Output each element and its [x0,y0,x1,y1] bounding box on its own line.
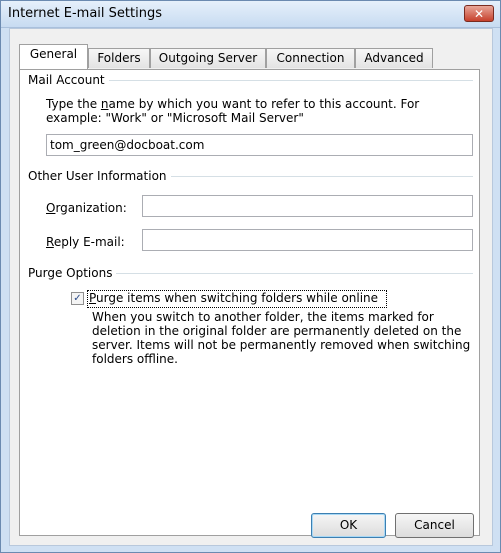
dialog-client-area: General Folders Outgoing Server Connecti… [9,28,493,546]
tab-connection[interactable]: Connection [266,48,355,68]
close-icon: ✕ [473,7,485,21]
title-bar[interactable]: Internet E-mail Settings ✕ [1,1,500,28]
ok-button[interactable]: OK [311,513,386,538]
dialog-window: Internet E-mail Settings ✕ General Folde… [0,0,501,553]
purge-description-line3: server. Items will not be permanently re… [92,338,471,352]
cancel-button[interactable]: Cancel [395,513,474,538]
mail-account-heading: Mail Account [28,73,109,87]
purge-description-line1: When you switch to another folder, the i… [92,310,434,324]
purge-items-checkbox-label[interactable]: Purge items when switching folders while… [89,291,378,305]
tab-advanced[interactable]: Advanced [355,48,433,68]
other-user-info-heading: Other User Information [28,169,171,183]
mail-account-instructions-line2: example: "Work" or "Microsoft Mail Serve… [46,111,304,125]
window-title: Internet E-mail Settings [8,6,162,21]
purge-description-line4: folders offline. [92,352,178,366]
purge-description-line2: deletion in the original folder are perm… [92,324,462,338]
close-button[interactable]: ✕ [464,5,494,22]
reply-email-label: Reply E-mail: [46,235,125,249]
tab-outgoing-server[interactable]: Outgoing Server [150,48,266,68]
tab-general[interactable]: General [19,44,88,69]
purge-options-heading: Purge Options [28,266,117,280]
general-tab-panel: Mail Account Type the name by which you … [19,69,480,536]
purge-items-checkbox[interactable]: ✓ [71,292,84,305]
reply-email-input[interactable] [142,229,473,251]
tab-folders[interactable]: Folders [88,48,150,68]
organization-input[interactable] [142,195,473,217]
account-name-input[interactable]: tom_green@docboat.com [46,134,473,156]
organization-label: Organization: [46,201,127,215]
mail-account-instructions-line1: Type the name by which you want to refer… [46,97,420,111]
